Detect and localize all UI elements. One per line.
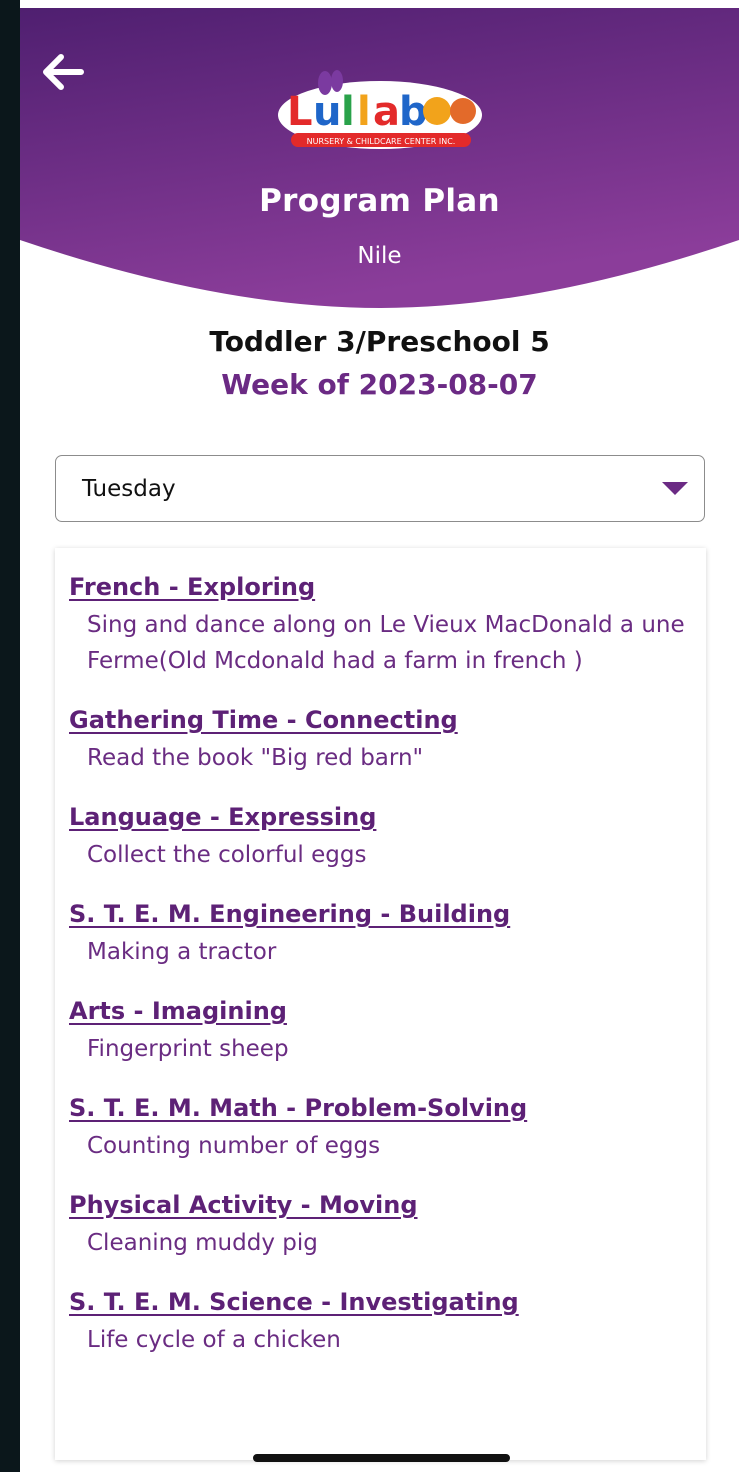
activity-title-link[interactable]: S. T. E. M. Science - Investigating [69,1285,519,1319]
activity-title-link[interactable]: Gathering Time - Connecting [69,703,458,737]
activity-description: Sing and dance along on Le Vieux MacDona… [87,612,685,674]
activity-description: Read the book "Big red barn" [87,745,424,771]
svg-text:NURSERY & CHILDCARE CENTER INC: NURSERY & CHILDCARE CENTER INC. [307,137,456,146]
svg-text:l: l [341,89,355,135]
activity-title-link[interactable]: S. T. E. M. Engineering - Building [69,897,510,931]
activity-item: Arts - Imagining Fingerprint sheep [55,994,706,1067]
svg-text:a: a [373,89,400,135]
page-title: Program Plan [259,183,500,219]
activity-title-link[interactable]: Language - Expressing [69,800,376,834]
caret-down-icon [662,482,688,495]
activity-description: Life cycle of a chicken [87,1327,341,1353]
arrow-left-icon [43,54,84,90]
lullaboo-logo: L u l l a b NURSERY & CHILDCARE CENTER I… [275,63,485,155]
svg-text:l: l [357,89,371,135]
activity-description: Fingerprint sheep [87,1036,289,1062]
activity-item: S. T. E. M. Engineering - Building Making… [55,897,706,970]
activity-title-link[interactable]: S. T. E. M. Math - Problem-Solving [69,1091,527,1125]
status-strip [20,0,739,8]
home-indicator[interactable] [253,1454,510,1462]
activity-item: Physical Activity - Moving Cleaning muddy… [55,1188,706,1261]
page-subtitle: Nile [357,243,402,269]
activity-description: Counting number of eggs [87,1133,381,1159]
activity-description: Collect the colorful eggs [87,842,367,868]
activity-item: French - Exploring Sing and dance along o… [55,570,706,679]
activity-item: S. T. E. M. Math - Problem-Solving Counti… [55,1091,706,1164]
day-select-value: Tuesday [82,476,176,502]
week-label: Week of 2023-08-07 [221,368,538,401]
back-button[interactable] [36,46,88,98]
svg-text:L: L [287,89,313,135]
header: L u l l a b NURSERY & CHILDCARE CENTER I… [20,8,739,308]
day-select[interactable]: Tuesday [55,455,705,522]
activity-title-link[interactable]: Arts - Imagining [69,994,287,1028]
activity-item: Gathering Time - Connecting Read the book… [55,703,706,776]
activity-title-link[interactable]: French - Exploring [69,570,315,604]
class-name: Toddler 3/Preschool 5 [209,325,550,358]
activity-description: Cleaning muddy pig [87,1230,318,1256]
activity-description: Making a tractor [87,939,277,965]
activity-item: Language - Expressing Collect the colorfu… [55,800,706,873]
activity-title-link[interactable]: Physical Activity - Moving [69,1188,418,1222]
activity-list[interactable]: French - Exploring Sing and dance along o… [55,548,706,1460]
screen-edge [0,0,20,1472]
activity-item: S. T. E. M. Science - Investigating Life … [55,1285,706,1358]
svg-text:u: u [313,89,341,135]
